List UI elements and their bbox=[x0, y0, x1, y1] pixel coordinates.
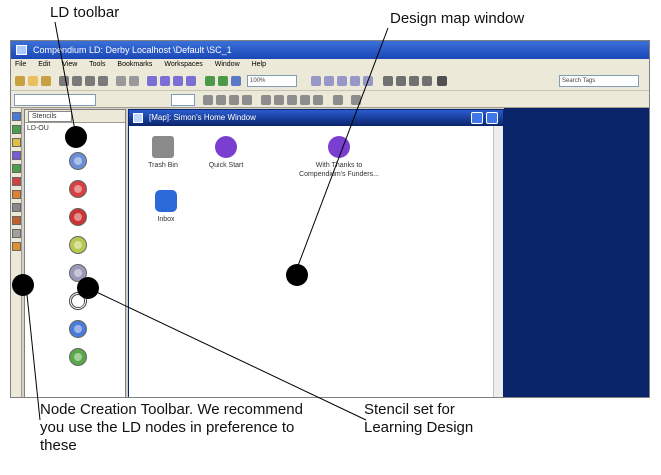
stencil-line bbox=[87, 287, 367, 421]
design-map-marker bbox=[286, 264, 308, 286]
node-toolbar-marker bbox=[12, 274, 34, 296]
node-toolbar-line bbox=[25, 284, 41, 421]
ld-toolbar-line bbox=[54, 21, 77, 137]
stencil-set-marker bbox=[77, 277, 99, 299]
design-map-line bbox=[295, 27, 389, 272]
callout-lines bbox=[25, 21, 389, 421]
ld-toolbar-marker bbox=[65, 126, 87, 148]
